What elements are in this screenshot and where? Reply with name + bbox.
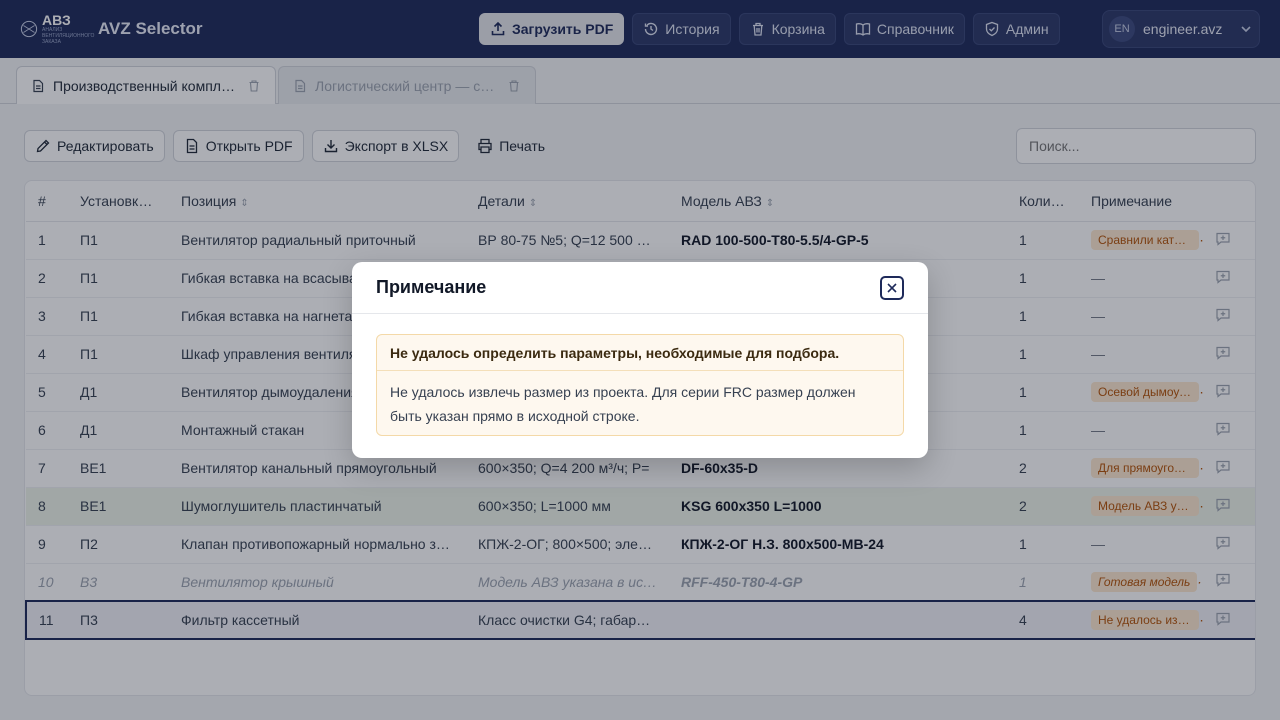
alert-title: Не удалось определить параметры, необход… (377, 335, 903, 371)
modal-close-button[interactable] (880, 275, 904, 300)
note-modal: Примечание Не удалось определить парамет… (352, 262, 928, 458)
modal-title: Примечание (376, 277, 487, 297)
alert-body: Не удалось извлечь размер из проекта. Дл… (390, 384, 856, 424)
close-icon (887, 282, 897, 293)
warning-alert: Не удалось определить параметры, необход… (376, 334, 904, 436)
modal-header: Примечание (352, 262, 928, 314)
